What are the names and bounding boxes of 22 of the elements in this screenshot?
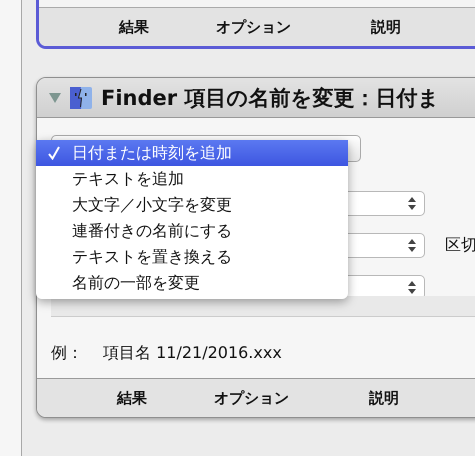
footer-tab[interactable]: 結果 [117, 388, 214, 408]
menu-item[interactable]: 名前の一部を変更 [36, 270, 348, 296]
footer-tab[interactable]: オプション [216, 18, 371, 36]
disclosure-triangle-icon[interactable] [49, 92, 61, 102]
up-down-arrows-icon [408, 239, 416, 252]
separator-label: 区切 [445, 235, 475, 256]
menu-item[interactable]: テキストを置き換える [36, 244, 348, 270]
footer-tab[interactable]: 説明 [371, 18, 401, 36]
up-down-arrows-icon [408, 281, 416, 294]
up-down-arrows-icon [408, 197, 416, 210]
menu-item[interactable]: 連番付きの名前にする [36, 218, 348, 244]
footer-tab[interactable]: オプション [214, 388, 369, 408]
menu-item[interactable]: 大文字／小文字を変更 [36, 192, 348, 218]
menu-item[interactable]: テキストを追加 [36, 166, 348, 192]
footer-tab[interactable]: 説明 [369, 388, 399, 408]
example-label: 例： [51, 343, 83, 364]
menu-item[interactable]: 日付または時刻を追加 [36, 140, 348, 166]
example-value: 項目名 11/21/2016.xxx [103, 343, 282, 364]
action-title: Finder 項目の名前を変更：日付ま [101, 84, 440, 112]
checkmark-icon [48, 146, 60, 160]
app-icon [69, 86, 93, 110]
footer-tab[interactable]: 結果 [119, 18, 216, 36]
